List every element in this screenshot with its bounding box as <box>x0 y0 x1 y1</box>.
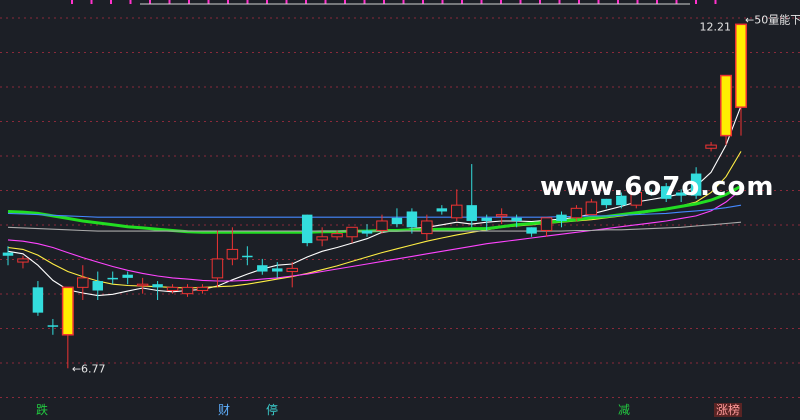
candle-body <box>152 284 163 288</box>
candle-body <box>32 287 44 313</box>
candle-body <box>705 144 717 149</box>
marker-jian[interactable]: 减 <box>616 403 632 417</box>
candle-body <box>406 211 418 228</box>
marker-ting[interactable]: 停 <box>264 403 280 417</box>
candle-body <box>242 255 253 258</box>
candle-body <box>136 283 149 287</box>
candle-body <box>376 220 388 231</box>
candle-body <box>166 286 179 292</box>
candle-body <box>92 281 103 291</box>
high-price-label: 12.21 <box>700 20 732 33</box>
candle-body <box>226 248 239 260</box>
candle-body <box>391 217 403 225</box>
candle-body <box>211 258 224 279</box>
candle-body <box>735 23 747 108</box>
candle-body <box>77 277 89 288</box>
candle-body <box>47 325 59 327</box>
candle-body <box>331 233 343 238</box>
candle-body <box>495 214 508 217</box>
candle-body <box>540 217 553 231</box>
candle-body <box>316 236 328 241</box>
marker-die[interactable]: 跌 <box>34 403 50 417</box>
candle-body <box>421 220 433 235</box>
candle-body <box>526 227 537 234</box>
candle-body <box>122 274 133 278</box>
candle-body <box>272 268 283 272</box>
candle-body <box>257 265 268 272</box>
candle-body <box>451 204 463 219</box>
low-price-label: ←6.77 <box>72 362 106 375</box>
candlestick-chart: ←6.77 12.21 ←50量能下卧 <box>0 0 800 398</box>
candle-body <box>436 208 448 212</box>
candle-body <box>301 214 313 244</box>
candle-body <box>361 230 373 234</box>
candle-body <box>511 217 522 221</box>
candle-body <box>720 74 733 137</box>
candle-body <box>570 207 583 219</box>
candle-body <box>585 201 598 216</box>
candle-body <box>181 286 194 295</box>
candle-body <box>556 214 567 221</box>
candle-body <box>61 286 74 336</box>
bottom-marker-bar <box>0 400 800 420</box>
candle-body <box>466 205 477 221</box>
candle-body <box>481 217 492 221</box>
candle-body <box>107 277 118 280</box>
marker-cai[interactable]: 财 <box>216 403 232 417</box>
ma-line-4 <box>7 204 742 218</box>
candle-body <box>196 286 209 292</box>
watermark: www.6o7o.com <box>540 172 775 202</box>
volume-note: ←50量能下卧 <box>745 12 800 26</box>
candle-body <box>2 252 14 256</box>
candle-body <box>17 258 29 263</box>
candle-body <box>346 226 358 238</box>
candle-body <box>286 267 298 273</box>
marker-zhangbang[interactable]: 涨榜 <box>714 403 743 417</box>
